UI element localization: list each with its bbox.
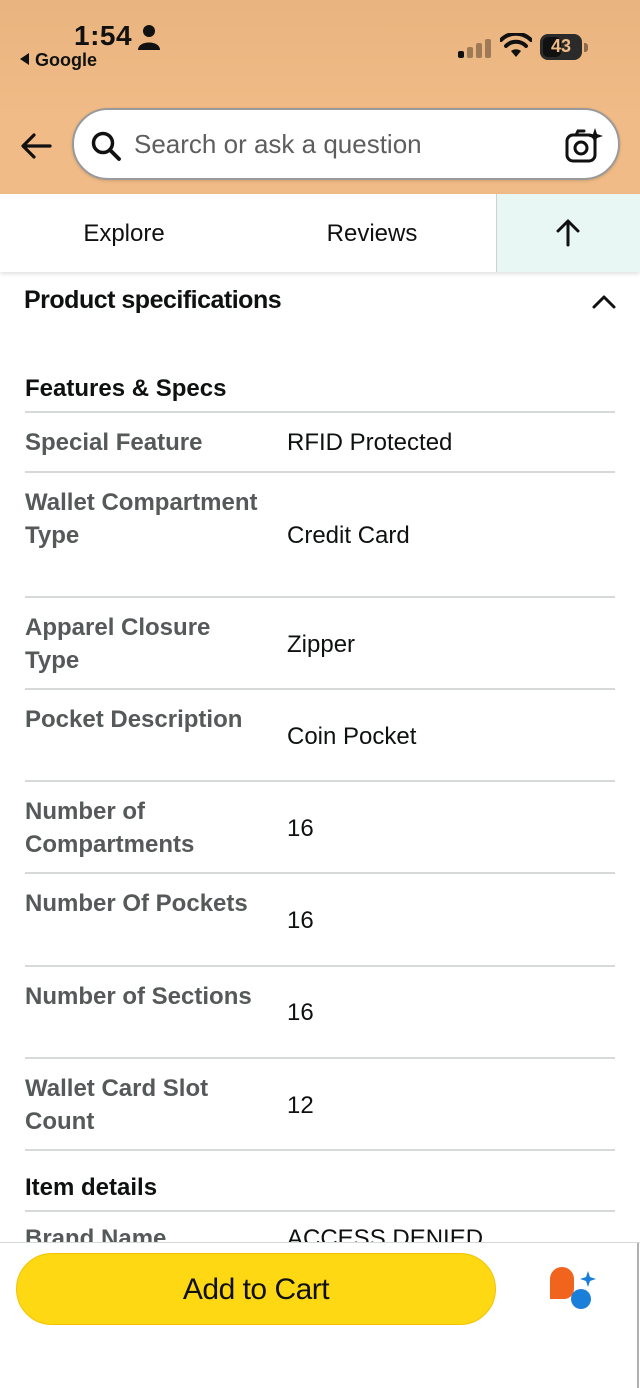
spec-label: Wallet Compartment Type (25, 489, 258, 549)
search-input[interactable] (134, 124, 554, 164)
item-details-heading: Item details (25, 1174, 158, 1201)
cellular-signal-icon (458, 38, 492, 58)
divider (25, 688, 615, 690)
spec-label: Number Of Pockets (25, 890, 248, 917)
battery-icon: 43 (540, 34, 588, 60)
tab-explore[interactable]: Explore (0, 194, 248, 272)
spec-value: 12 (287, 1092, 314, 1119)
spec-label: Wallet Card Slot Count (25, 1075, 209, 1135)
divider (25, 596, 615, 598)
scroll-to-top-button[interactable] (496, 194, 640, 272)
section-title: Product specifications (24, 286, 282, 314)
bottom-action-bar: Add to Cart (0, 1242, 640, 1388)
add-to-cart-button[interactable]: Add to Cart (16, 1253, 496, 1325)
person-icon (138, 25, 160, 50)
divider (25, 411, 615, 413)
spec-value: Zipper (287, 631, 356, 658)
divider (25, 780, 615, 782)
camera-search-icon[interactable] (564, 126, 604, 166)
spec-label: Brand Name (25, 1225, 167, 1242)
back-triangle-icon (20, 53, 29, 65)
back-to-app-link[interactable]: Google (20, 50, 97, 71)
spec-value: 16 (287, 815, 314, 842)
status-bar: 1:54 Google 43 (0, 0, 640, 90)
divider (25, 965, 615, 967)
spec-value: 16 (287, 999, 314, 1026)
tab-reviews[interactable]: Reviews (248, 194, 496, 272)
spec-label: Number of Compartments (25, 798, 195, 858)
battery-tip (584, 43, 588, 52)
spec-value: Credit Card (287, 522, 410, 549)
app-header: 1:54 Google 43 (0, 0, 640, 194)
divider (25, 471, 615, 473)
back-arrow-icon[interactable] (18, 128, 54, 164)
spec-value: Coin Pocket (287, 723, 417, 750)
back-app-label: Google (35, 50, 97, 70)
chevron-up-icon[interactable] (590, 288, 618, 316)
search-icon (91, 131, 121, 161)
battery-level: 43 (550, 36, 572, 56)
spec-label: Apparel Closure Type (25, 614, 211, 674)
spec-label: Special Feature (25, 429, 203, 456)
spec-label: Pocket Description (25, 706, 243, 733)
divider (25, 1210, 615, 1212)
wifi-icon (500, 33, 532, 57)
edge-divider (637, 1243, 639, 1388)
arrow-up-icon (556, 219, 580, 247)
section-tabs: Explore Reviews (0, 194, 640, 272)
features-specs-heading: Features & Specs (25, 375, 227, 402)
divider (25, 1057, 615, 1059)
status-time: 1:54 (74, 20, 133, 51)
divider (25, 1149, 615, 1151)
product-specifications-panel: Product specifications Features & Specs … (0, 272, 640, 1242)
spec-value: ACCESS DENIED (287, 1225, 484, 1242)
search-bar[interactable] (72, 108, 620, 180)
spec-label: Number of Sections (25, 983, 252, 1010)
rufus-assistant-icon[interactable] (548, 1267, 598, 1311)
divider (25, 872, 615, 874)
spec-value: RFID Protected (287, 429, 453, 456)
spec-value: 16 (287, 907, 314, 934)
